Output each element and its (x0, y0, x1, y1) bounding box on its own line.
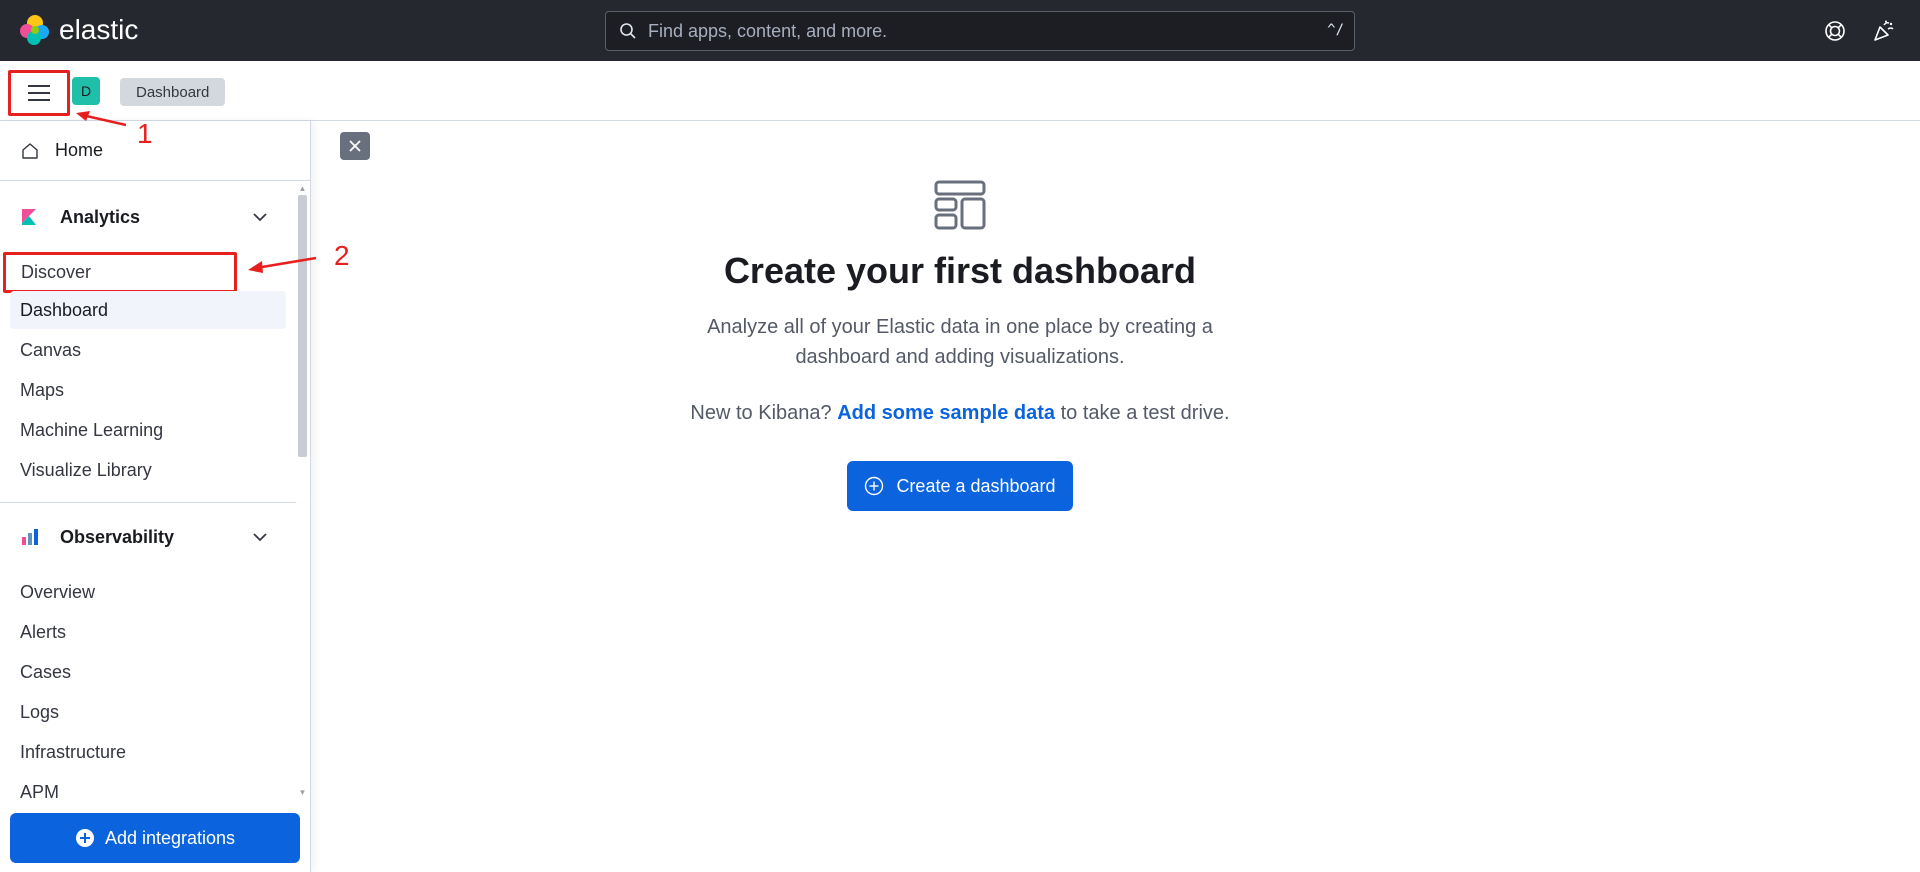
scroll-down-arrow[interactable]: ▼ (298, 789, 307, 797)
home-icon (22, 142, 38, 159)
breadcrumb-bar: D Dashboard (0, 61, 1920, 121)
elastic-logo-icon (20, 15, 49, 45)
search-shortcut: ^/ (1327, 22, 1344, 38)
sidebar-item-home[interactable]: Home (0, 121, 311, 181)
sidebar-item-infrastructure[interactable]: Infrastructure (10, 733, 286, 771)
sidebar-item-cases[interactable]: Cases (10, 653, 286, 691)
sidebar-item-alerts[interactable]: Alerts (10, 613, 286, 651)
sidebar-item-logs[interactable]: Logs (10, 693, 286, 731)
annotation-arrow-2 (248, 256, 317, 273)
plus-circle-icon (865, 476, 884, 496)
sidebar-item-visualize-library[interactable]: Visualize Library (10, 451, 286, 489)
sidebar-item-dashboard[interactable]: Dashboard (10, 291, 286, 329)
empty-state-hint: New to Kibana? Add some sample data to t… (560, 402, 1360, 425)
brand-name: elastic (59, 14, 139, 45)
space-avatar[interactable]: D (72, 77, 100, 105)
elastic-logo[interactable]: elastic (19, 14, 138, 46)
nav-group-analytics[interactable]: Analytics (0, 197, 300, 237)
empty-state-body: Analyze all of your Elastic data in one … (707, 316, 1213, 368)
create-dashboard-button[interactable]: Create a dashboard (847, 461, 1073, 511)
create-dashboard-label: Create a dashboard (896, 475, 1056, 496)
annotation-label-2: 2 (334, 240, 350, 271)
sidebar-item-apm[interactable]: APM (10, 773, 286, 802)
breadcrumb: Dashboard (120, 78, 226, 106)
menu-toggle-button[interactable] (8, 70, 70, 116)
add-integrations-button[interactable]: Add integrations (10, 813, 300, 863)
chevron-down-icon (253, 533, 267, 542)
sidebar-item-canvas[interactable]: Canvas (10, 331, 286, 369)
annotation-label-1: 1 (137, 118, 153, 149)
add-integrations-label: Add integrations (104, 827, 236, 848)
sidebar-item-maps[interactable]: Maps (10, 371, 286, 409)
nav-group-label: Observability (60, 526, 175, 547)
global-search[interactable]: ^/ (605, 11, 1355, 51)
nav-sidebar: Home Analytics Discover Dashboard Canvas… (0, 121, 311, 872)
sidebar-item-machine-learning[interactable]: Machine Learning (10, 411, 286, 449)
hint-prefix: New to Kibana? (690, 402, 832, 424)
top-header: elastic ^/ (0, 0, 1920, 61)
hamburger-icon (28, 85, 50, 101)
search-input[interactable] (648, 20, 1288, 42)
annotation-arrow-1 (76, 111, 127, 127)
kibana-icon (22, 209, 36, 225)
nav-divider (0, 502, 296, 503)
scroll-up-arrow[interactable]: ▲ (298, 185, 307, 193)
empty-state-title: Create your first dashboard (723, 250, 1197, 291)
chevron-down-icon (253, 213, 267, 222)
news-feed-icon[interactable] (1872, 19, 1896, 43)
add-sample-data-link[interactable]: Add some sample data (837, 402, 1055, 424)
sidebar-item-discover[interactable]: Discover (3, 252, 237, 293)
plus-circle-icon (75, 829, 94, 847)
search-icon (620, 23, 636, 39)
close-icon (349, 140, 361, 152)
sidebar-item-overview[interactable]: Overview (10, 573, 286, 611)
close-button[interactable] (340, 132, 370, 160)
sidebar-item-label: Home (55, 140, 104, 160)
help-icon[interactable] (1823, 19, 1847, 43)
observability-icon (22, 529, 38, 545)
hint-suffix: to take a test drive. (1060, 402, 1230, 424)
nav-group-label: Analytics (60, 206, 141, 227)
sidebar-scrollbar[interactable] (298, 195, 307, 457)
nav-group-observability[interactable]: Observability (0, 517, 300, 557)
dashboard-app-icon (934, 180, 986, 230)
